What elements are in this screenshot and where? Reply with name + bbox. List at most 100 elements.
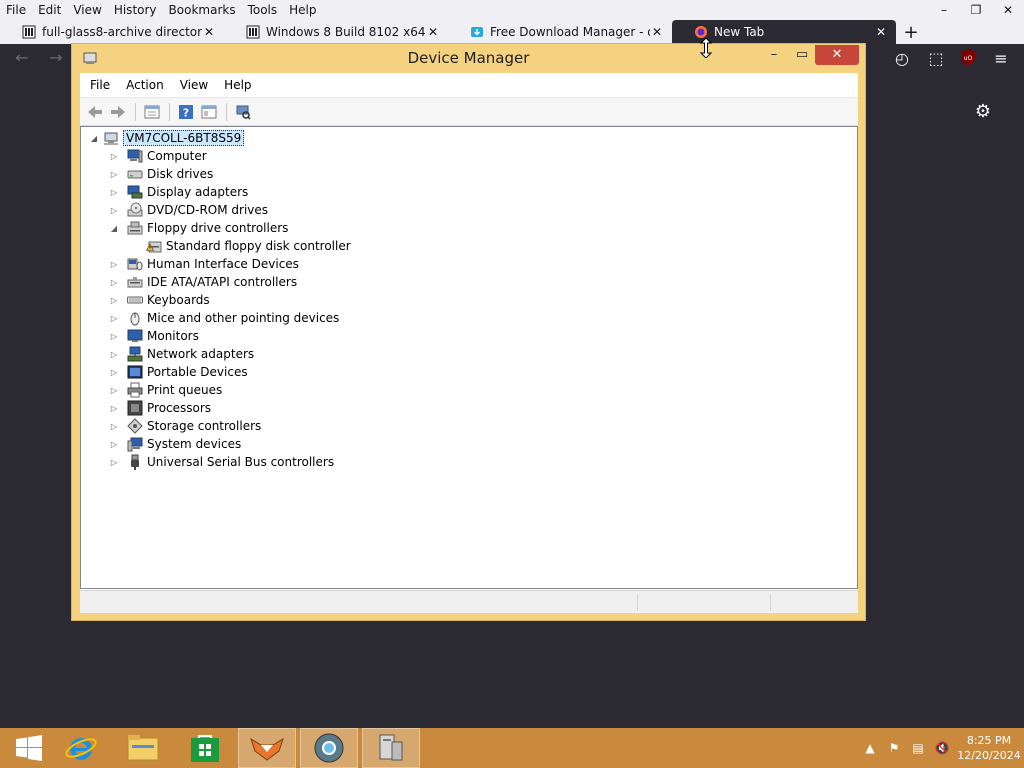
tab-title: Free Download Manager - dowr [490,25,650,39]
help-icon[interactable]: ? [175,102,197,122]
tree-item-usb-controllers[interactable]: ▷ Universal Serial Bus controllers [109,453,334,471]
menu-history[interactable]: History [114,3,157,17]
status-segment [637,594,638,611]
fdm-favicon-icon [471,27,483,37]
taskbar-internet-explorer[interactable] [52,728,110,768]
show-hide-pane-icon[interactable] [198,102,220,122]
tab-close-icon[interactable]: ✕ [202,25,216,39]
clock[interactable]: 8:25 PM 12/20/2024 [954,733,1024,763]
action-center-flag-icon[interactable]: ⚑ [882,741,906,755]
new-tab-button[interactable]: + [896,20,926,44]
tab-archive-listing[interactable]: full-glass8-archive directory listi ✕ [0,20,224,44]
tree-item-system-devices[interactable]: ▷ System devices [109,435,241,453]
tree-item-standard-floppy-controller[interactable]: Standard floppy disk controller [128,237,351,255]
tree-item-disk-drives[interactable]: ▷ Disk drives [109,165,213,183]
minimize-button[interactable]: – [928,0,960,20]
menu-bookmarks[interactable]: Bookmarks [169,3,236,17]
expand-arrow-icon[interactable]: ▷ [109,273,119,291]
expand-arrow-icon[interactable]: ▷ [109,165,119,183]
menu-file[interactable]: File [6,3,26,17]
tree-item-floppy-controllers[interactable]: ◢ Floppy drive controllers [109,219,289,237]
taskbar-store[interactable] [176,728,234,768]
extensions-icon[interactable]: ⬚ [925,48,947,70]
dm-maximize-button[interactable]: ▭ [788,45,816,65]
hid-icon [127,258,143,271]
dm-menu-help[interactable]: Help [216,78,259,92]
windows-logo-icon [16,735,42,761]
tree-item-mice[interactable]: ▷ Mice and other pointing devices [109,309,339,327]
start-button[interactable] [0,728,58,768]
title-bar[interactable]: Device Manager – ▭ ✕ [72,44,865,73]
tree-item-display-adapters[interactable]: ▷ Display adapters [109,183,248,201]
menu-tools[interactable]: Tools [248,3,278,17]
back-arrow-icon[interactable] [84,102,106,122]
forward-arrow-icon[interactable]: → [44,48,68,68]
tree-item-dvd-drives[interactable]: ▷ DVD/CD-ROM drives [109,201,268,219]
scan-hardware-changes-icon[interactable] [232,102,254,122]
expand-arrow-icon[interactable]: ▷ [109,435,119,453]
expand-arrow-icon[interactable]: ▷ [109,291,119,309]
expand-arrow-icon[interactable]: ▷ [109,381,119,399]
keyboard-icon [127,296,143,304]
expand-arrow-icon[interactable]: ▷ [109,363,119,381]
tree-item-ide-controllers[interactable]: ▷ IDE ATA/ATAPI controllers [109,273,297,291]
tab-windows8-build[interactable]: Windows 8 Build 8102 x64 Debo ✕ [224,20,448,44]
volume-muted-icon[interactable]: 🔇 [930,741,954,755]
expand-arrow-icon[interactable]: ▷ [109,147,119,165]
expand-arrow-icon[interactable]: ▷ [109,327,119,345]
tree-item-monitors[interactable]: ▷ Monitors [109,327,199,345]
dm-menu-action[interactable]: Action [118,78,172,92]
tree-item-hid[interactable]: ▷ Human Interface Devices [109,255,299,273]
expand-arrow-icon[interactable]: ▷ [109,399,119,417]
tree-root[interactable]: ◢ VM7COLL-6BT8S59 [89,129,245,147]
dm-minimize-button[interactable]: – [760,45,788,65]
ublock-origin-icon[interactable]: uO [957,48,979,70]
network-icon[interactable]: ▤ [906,741,930,755]
tree-item-portable-devices[interactable]: ▷ Portable Devices [109,363,248,381]
tree-item-print-queues[interactable]: ▷ Print queues [109,381,222,399]
tree-item-label: Computer [147,149,207,163]
tree-item-network-adapters[interactable]: ▷ Network adapters [109,345,254,363]
expand-arrow-icon[interactable]: ▷ [109,201,119,219]
collapse-arrow-icon[interactable]: ◢ [109,219,119,237]
forward-arrow-icon[interactable] [107,102,129,122]
tree-item-processors[interactable]: ▷ Processors [109,399,211,417]
show-hidden-icons-chevron-icon[interactable]: ▲ [858,741,882,755]
taskbar-chrome[interactable] [300,728,358,768]
menu-view[interactable]: View [73,3,101,17]
properties-sheet-icon[interactable] [141,102,163,122]
close-button[interactable]: ✕ [992,0,1024,20]
back-arrow-icon[interactable]: ← [10,48,34,68]
tree-item-label: IDE ATA/ATAPI controllers [147,275,298,289]
gear-icon[interactable]: ⚙ [972,101,994,123]
tree-item-storage-controllers[interactable]: ▷ Storage controllers [109,417,261,435]
menu-help[interactable]: Help [289,3,316,17]
taskbar-device-manager[interactable] [362,728,420,768]
taskbar-file-explorer[interactable] [114,728,172,768]
firefox-view-icon[interactable]: ◴ [891,48,913,70]
device-tree[interactable]: ◢ VM7COLL-6BT8S59 ▷ Computer ▷ Disk driv… [80,126,858,589]
tab-close-icon[interactable]: ✕ [874,25,888,39]
dm-menu-view[interactable]: View [172,78,216,92]
expand-arrow-icon[interactable]: ▷ [109,345,119,363]
dm-menu-file[interactable]: File [82,78,118,92]
tab-free-download-manager[interactable]: Free Download Manager - dowr ✕ [448,20,672,44]
taskbar-firefox[interactable] [238,728,296,768]
expand-arrow-icon[interactable]: ▷ [109,417,119,435]
tree-item-keyboards[interactable]: ▷ Keyboards [109,291,210,309]
expand-arrow-icon[interactable]: ▷ [109,255,119,273]
dm-close-button[interactable]: ✕ [815,45,859,65]
hamburger-menu-icon[interactable]: ≡ [990,48,1012,70]
tree-item-computer[interactable]: ▷ Computer [109,147,207,165]
tab-close-icon[interactable]: ✕ [426,25,440,39]
tab-close-icon[interactable]: ✕ [650,25,664,39]
processor-icon [127,400,143,416]
restore-button[interactable]: ❐ [960,0,992,20]
menu-edit[interactable]: Edit [38,3,61,17]
expand-arrow-icon[interactable]: ▷ [109,309,119,327]
expand-arrow-icon[interactable]: ▷ [109,183,119,201]
expand-arrow-icon[interactable]: ▷ [109,453,119,471]
collapse-arrow-icon[interactable]: ◢ [89,129,99,147]
tree-item-label: Network adapters [147,347,255,361]
